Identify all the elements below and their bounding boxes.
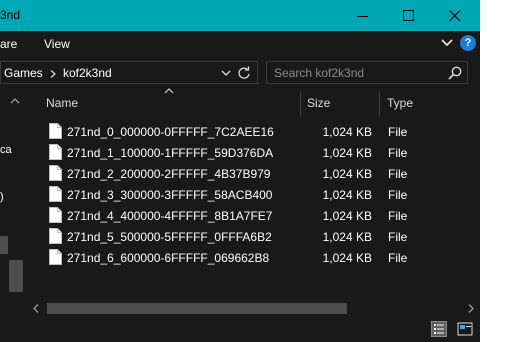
file-type: File (388, 230, 408, 244)
file-list: Name Size Type 271nd_0_000000-0FFFFF_7C2… (27, 88, 480, 300)
file-size: 1,024 KB (322, 251, 372, 265)
file-name: 271nd_5_500000-5FFFFF_0FFFA6B2 (67, 230, 272, 244)
file-name: 271nd_6_600000-6FFFFF_069662B8 (67, 251, 270, 265)
file-row[interactable]: 271nd_6_600000-6FFFFF_069662B8 1,024 KB Fi… (41, 247, 471, 268)
file-size: 1,024 KB (322, 188, 372, 202)
chevron-down-icon[interactable] (221, 69, 231, 77)
nav-scrollbar-thumb[interactable] (9, 260, 23, 292)
tab-share[interactable]: are (0, 37, 17, 51)
file-size: 1,024 KB (322, 125, 372, 139)
ribbon: are View ? (0, 31, 480, 56)
address-bar[interactable]: Games kof2k3nd (0, 61, 258, 84)
explorer-window: 3nd are View ? Games kof2k3nd Search kof… (0, 0, 480, 342)
file-size: 1,024 KB (322, 209, 372, 223)
column-divider[interactable] (379, 91, 380, 117)
file-row[interactable]: 271nd_3_300000-3FFFFF_58ACB400 1,024 KB Fi… (41, 184, 471, 205)
file-icon (49, 228, 62, 244)
maximize-icon (403, 9, 414, 21)
column-divider[interactable] (300, 91, 301, 117)
navigation-pane: ca ) (0, 88, 24, 316)
search-icon[interactable] (448, 66, 462, 80)
file-name: 271nd_3_300000-3FFFFF_58ACB400 (67, 188, 273, 202)
file-type: File (388, 146, 408, 160)
details-view-icon (434, 324, 444, 334)
status-bar (0, 317, 480, 342)
file-row[interactable]: 271nd_2_200000-2FFFFF_4B37B979 1,024 KB Fi… (41, 163, 471, 184)
column-header-name[interactable]: Name (46, 96, 78, 110)
file-row[interactable]: 271nd_5_500000-5FFFFF_0FFFA6B2 1,024 KB Fi… (41, 226, 471, 247)
file-name: 271nd_0_000000-0FFFFF_7C2AEE16 (67, 125, 274, 139)
search-placeholder: Search kof2k3nd (274, 66, 365, 80)
column-header-size[interactable]: Size (307, 96, 330, 110)
file-type: File (388, 167, 408, 181)
minimize-icon (357, 15, 368, 17)
close-button[interactable] (432, 0, 478, 31)
scrollbar-thumb[interactable] (47, 303, 347, 314)
file-type: File (388, 125, 408, 139)
file-icon (49, 249, 62, 265)
title-bar[interactable]: 3nd (0, 0, 480, 31)
search-box[interactable]: Search kof2k3nd (266, 61, 468, 84)
chevron-down-icon[interactable] (440, 37, 454, 49)
minimize-button[interactable] (340, 0, 386, 31)
scroll-right-icon[interactable] (467, 304, 475, 313)
chevron-right-icon[interactable] (49, 70, 57, 78)
address-row: Games kof2k3nd Search kof2k3nd (0, 56, 480, 88)
file-size: 1,024 KB (322, 146, 372, 160)
nav-item-partial[interactable]: ) (0, 191, 4, 203)
file-icon (49, 123, 62, 139)
file-row[interactable]: 271nd_4_400000-4FFFFF_8B1A7FE7 1,024 KB Fi… (41, 205, 471, 226)
file-size: 1,024 KB (322, 167, 372, 181)
file-icon (49, 165, 62, 181)
file-row[interactable]: 271nd_0_000000-0FFFFF_7C2AEE16 1,024 KB Fi… (41, 121, 471, 142)
nav-item-selected[interactable] (0, 236, 8, 254)
file-type: File (388, 188, 408, 202)
file-icon (49, 144, 62, 160)
scroll-left-icon[interactable] (32, 304, 40, 313)
file-icon (49, 186, 62, 202)
breadcrumb-games[interactable]: Games (4, 66, 43, 80)
column-header-type[interactable]: Type (387, 96, 413, 110)
help-button[interactable]: ? (460, 35, 476, 51)
file-name: 271nd_1_100000-1FFFFF_59D376DA (67, 146, 274, 160)
file-icon (49, 207, 62, 223)
file-row[interactable]: 271nd_1_100000-1FFFFF_59D376DA 1,024 KB Fi… (41, 142, 471, 163)
window-title: 3nd (0, 8, 21, 22)
sort-ascending-icon (164, 88, 174, 94)
refresh-icon[interactable] (237, 66, 251, 80)
details-view-button[interactable] (431, 321, 447, 337)
horizontal-scrollbar[interactable] (27, 300, 480, 317)
chevron-up-icon[interactable] (10, 96, 20, 106)
close-icon (449, 9, 461, 21)
tab-view[interactable]: View (44, 37, 70, 51)
file-name: 271nd_2_200000-2FFFFF_4B37B979 (67, 167, 271, 181)
nav-item-partial[interactable]: ca (0, 144, 12, 156)
file-name: 271nd_4_400000-4FFFFF_8B1A7FE7 (67, 209, 273, 223)
breadcrumb-kof2k3nd[interactable]: kof2k3nd (63, 66, 112, 80)
file-size: 1,024 KB (322, 230, 372, 244)
maximize-button[interactable] (386, 0, 432, 31)
tiles-view-icon[interactable] (457, 321, 473, 337)
file-type: File (388, 251, 408, 265)
file-type: File (388, 209, 408, 223)
